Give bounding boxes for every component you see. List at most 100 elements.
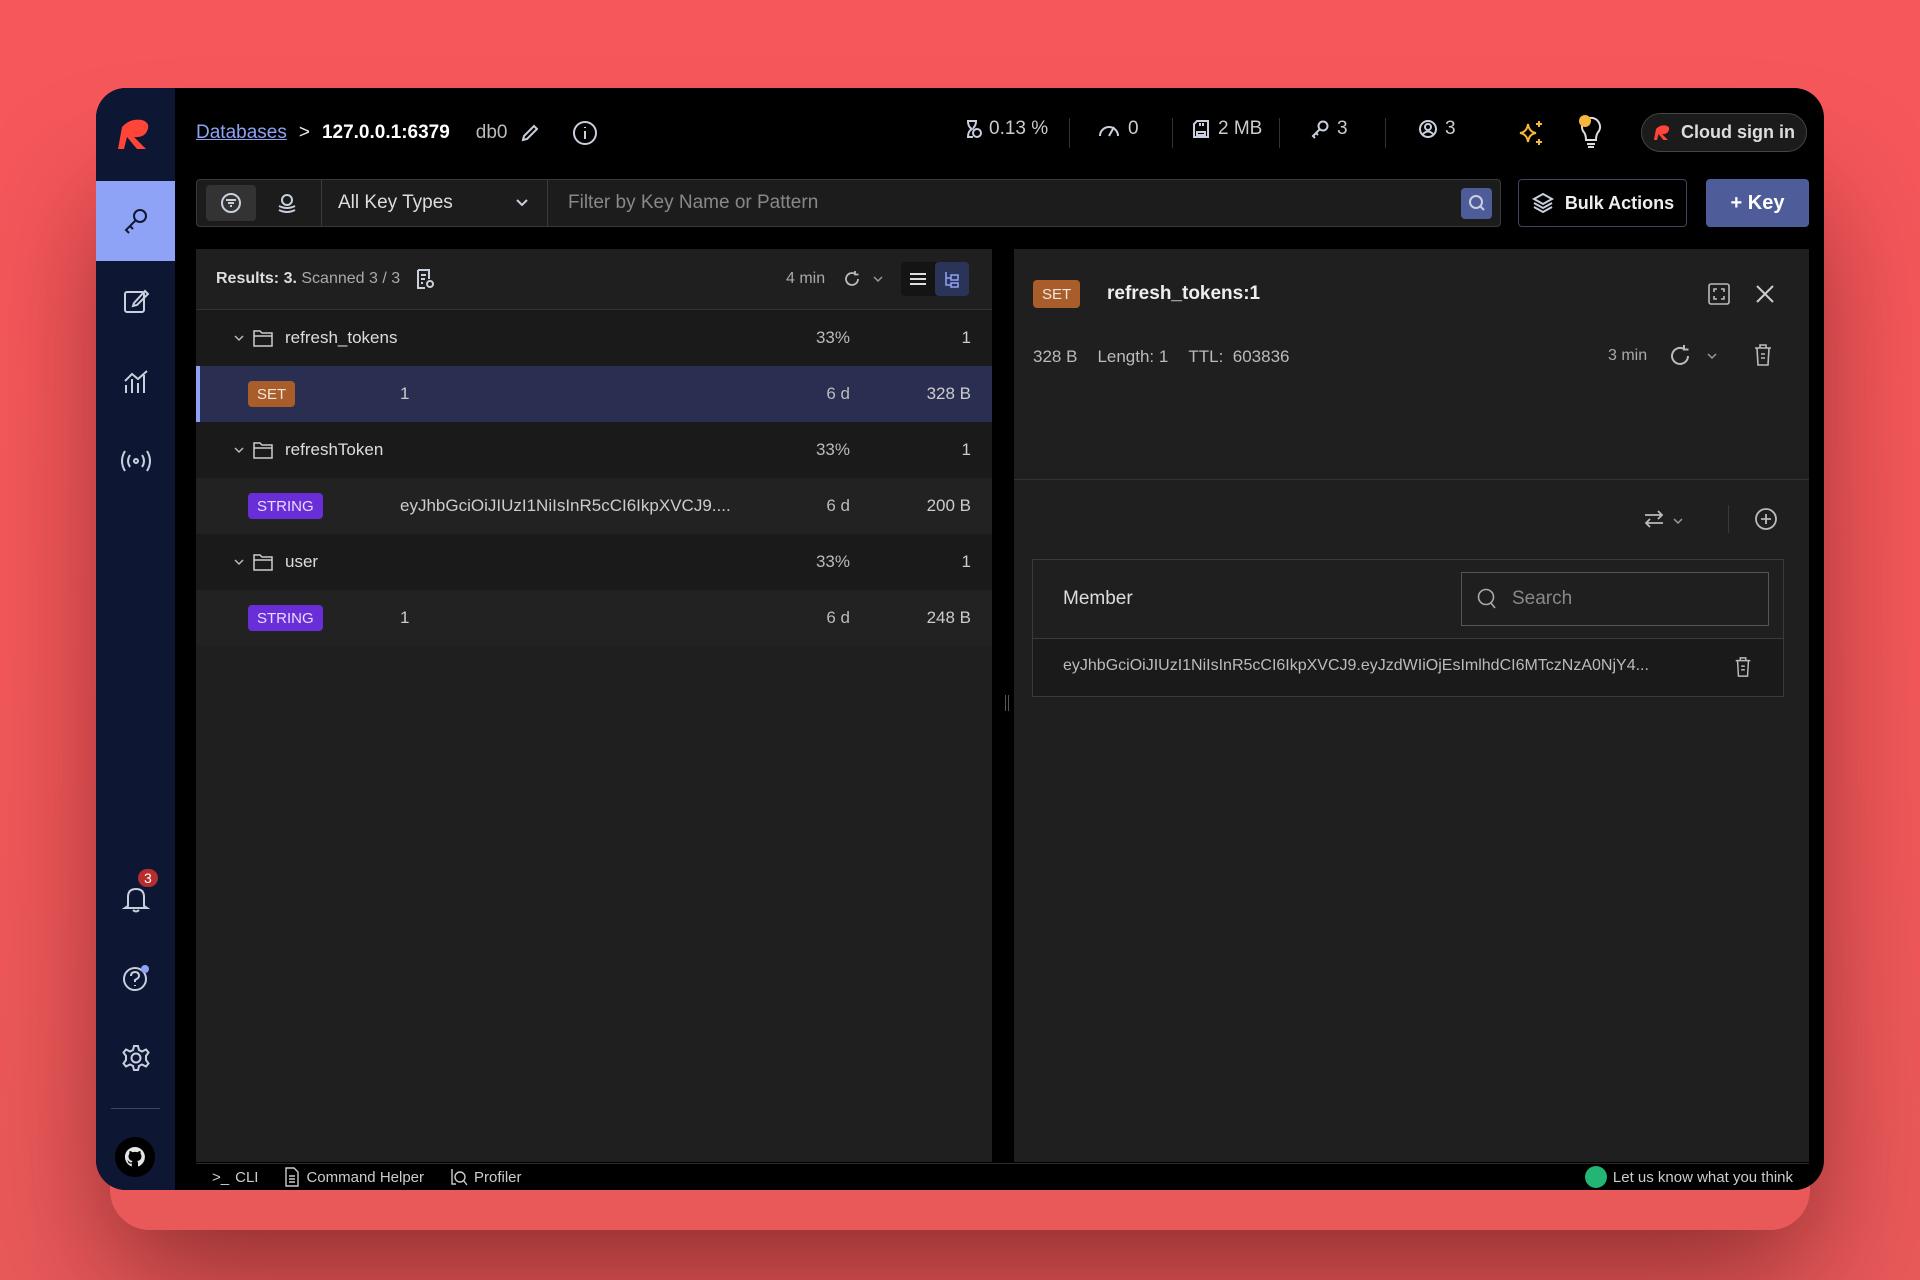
bulk-actions-button[interactable]: Bulk Actions [1518,179,1687,227]
key-size: 328 B [1033,347,1078,366]
format-switch-icon[interactable] [1641,506,1667,532]
settings-button[interactable] [96,1018,175,1098]
github-button[interactable] [115,1137,155,1177]
github-icon [124,1146,145,1167]
key-filter-bar: All Key Types Filter by Key Name or Patt… [196,179,1501,227]
profiler-button[interactable]: Profiler [450,1167,522,1187]
vector-search-mode-button[interactable] [262,185,312,221]
sidebar-item-workbench[interactable] [96,261,175,341]
ops-value: 0 [1128,118,1139,139]
filter-mode-button[interactable] [206,185,256,221]
profiler-icon [451,1169,468,1186]
panel-resize-handle[interactable] [1005,695,1009,711]
folder-row[interactable]: user 33% 1 [196,534,992,590]
search-layers-icon [278,194,296,213]
sidebar-divider [111,1108,160,1109]
member-search-input[interactable]: Search [1461,572,1769,626]
scan-settings-icon[interactable] [414,268,436,290]
refresh-icon[interactable] [1668,344,1692,368]
key-icon [124,209,147,234]
chevron-down-icon[interactable] [1672,516,1684,526]
databases-link[interactable]: Databases [196,122,287,144]
key-type-badge: STRING [248,493,323,519]
search-button[interactable] [1461,187,1492,219]
fullscreen-icon[interactable] [1707,282,1731,306]
chevron-down-icon[interactable] [233,333,245,343]
chevron-down-icon [516,199,528,207]
folder-name: refreshToken [285,440,384,459]
sparkles-icon[interactable] [1516,118,1546,148]
bottom-bar: >_ CLI Command Helper Profiler Let us kno… [196,1163,1809,1190]
close-icon[interactable] [1754,283,1776,305]
key-type-select[interactable]: All Key Types [322,180,548,226]
chevron-down-icon[interactable] [872,274,884,284]
folder-count: 1 [961,328,971,347]
feedback-icon [1584,1166,1607,1188]
add-member-icon[interactable] [1753,506,1779,532]
command-helper-button[interactable]: Command Helper [284,1167,424,1187]
member-row[interactable]: eyJhbGciOiJIUzI1NiIsInR5cCI6IkpXVCJ9.eyJ… [1033,639,1783,696]
add-key-button[interactable]: + Key [1706,179,1809,227]
database-index: db0 [475,122,508,143]
folder-percent: 33% [815,328,850,347]
terminal-icon: >_ [212,1168,230,1186]
layers-icon [1531,192,1554,214]
notifications-button[interactable]: 3 [96,859,175,939]
members-table: Member Search eyJhbGciOiJIUzI1NiIsInR5cC… [1032,559,1784,697]
cloud-sign-in-label: Cloud sign in [1681,122,1795,142]
member-search-placeholder: Search [1512,588,1573,609]
gear-icon [121,1045,150,1071]
key-type-value: All Key Types [338,192,453,213]
folder-row[interactable]: refreshToken 33% 1 [196,422,992,478]
ops-stat: 0 [1097,118,1139,140]
help-button[interactable] [96,938,175,1018]
key-row[interactable]: STRING 1 6 d 248 B [196,590,992,646]
sidebar-item-browser[interactable] [96,181,175,261]
folder-icon [253,330,273,347]
tree-icon [945,272,959,288]
delete-member-icon[interactable] [1733,655,1753,679]
hourglass-icon [967,120,982,138]
key-list-panel: Results: 3. Scanned 3 / 3 4 min refresh_… [196,249,992,1162]
chevron-down-icon[interactable] [1706,351,1718,361]
member-value[interactable]: eyJhbGciOiJIUzI1NiIsInR5cCI6IkpXVCJ9.eyJ… [1063,657,1649,675]
sidebar-item-pubsub[interactable] [96,421,175,501]
results-count: Results: 3. [216,270,297,287]
folder-name: refresh_tokens [285,328,398,347]
feedback-link[interactable]: Let us know what you think [1584,1166,1793,1188]
key-name: eyJhbGciOiJIUzI1NiIsInR5cCI6IkpXVCJ9.... [400,496,731,515]
list-view-button[interactable] [901,262,935,296]
help-icon [122,965,149,991]
sidebar-item-analysis[interactable] [96,341,175,421]
folder-name: user [285,552,319,571]
key-row[interactable]: SET 1 6 d 328 B [196,366,992,422]
database-host: 127.0.0.1:6379 [321,122,450,143]
key-name: 1 [400,384,410,403]
folder-row[interactable]: refresh_tokens 33% 1 [196,310,992,366]
chevron-down-icon[interactable] [233,445,245,455]
ttl-value[interactable]: 603836 [1233,347,1290,366]
key-name: 1 [400,608,410,627]
delete-key-icon[interactable] [1752,343,1774,367]
tree-view-button[interactable] [935,262,969,296]
bell-icon [121,887,150,913]
info-icon[interactable] [572,120,598,146]
cli-button[interactable]: >_ CLI [212,1169,258,1186]
key-type-badge: STRING [248,605,323,631]
last-refreshed: 4 min [786,270,826,287]
bulk-actions-label: Bulk Actions [1564,192,1675,213]
key-filter-input[interactable]: Filter by Key Name or Pattern [548,180,1500,226]
lightbulb-icon[interactable] [1576,114,1606,150]
cloud-sign-in-button[interactable]: Cloud sign in [1641,113,1807,152]
folder-icon [253,554,273,571]
chevron-down-icon[interactable] [233,557,245,567]
clients-value: 3 [1445,118,1456,139]
key-name[interactable]: refresh_tokens:1 [1107,283,1260,305]
refresh-icon[interactable] [843,270,861,288]
pencil-icon[interactable] [520,123,540,143]
chart-icon [123,370,148,393]
filter-placeholder: Filter by Key Name or Pattern [568,192,819,213]
redis-logo-icon [1654,124,1670,140]
key-row[interactable]: STRING eyJhbGciOiJIUzI1NiIsInR5cCI6IkpXV… [196,478,992,534]
redis-logo[interactable] [96,88,175,181]
